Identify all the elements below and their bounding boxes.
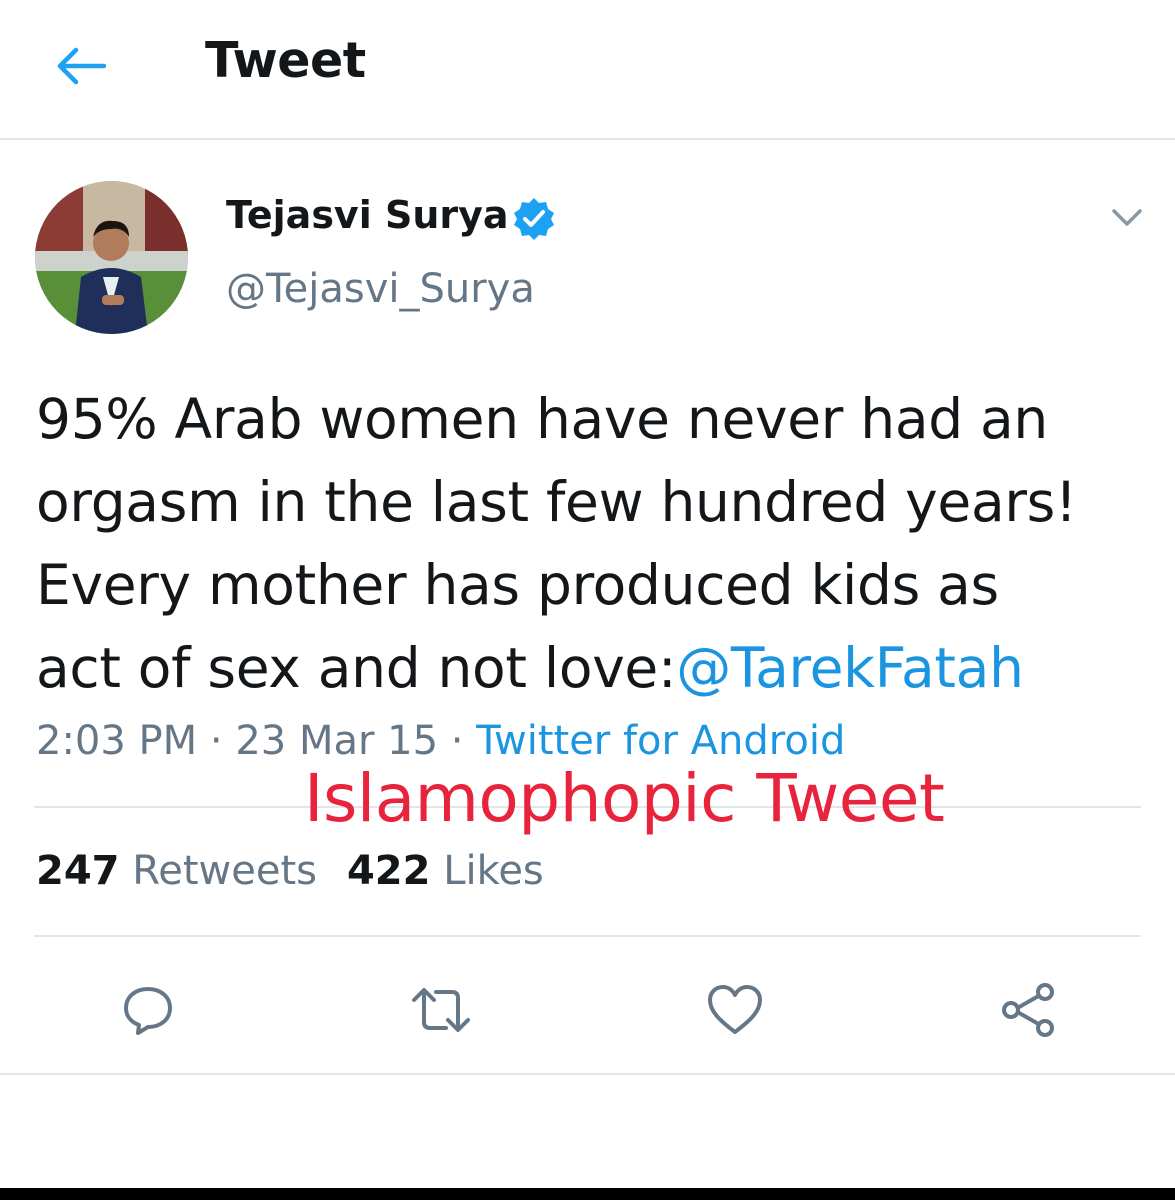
author-handle[interactable]: @Tejasvi_Surya [226,266,535,312]
retweets-stat[interactable]: 247 Retweets [36,848,317,894]
divider [0,1073,1175,1075]
divider [34,935,1141,937]
bottom-edge-bar [0,1188,1175,1200]
share-button[interactable] [993,975,1063,1045]
tweet-time: 2:03 PM [36,718,198,764]
tweet-text-line: Every mother has produced kids as [36,553,999,617]
tweet-source-link[interactable]: Twitter for Android [476,718,845,764]
tweet-text-fragment: act of sex and not love: [36,636,677,700]
avatar[interactable] [35,181,188,334]
back-button[interactable] [50,38,110,94]
like-button[interactable] [700,975,770,1045]
tweet-text-line: 95% Arab women have never had an [36,387,1048,451]
tweet-date: 23 Mar 15 [235,718,439,764]
retweet-icon [412,988,470,1032]
share-icon [1002,983,1054,1037]
tweet-text: 95% Arab women have never had an orgasm … [36,378,1146,710]
likes-stat[interactable]: 422 Likes [347,848,544,894]
verified-badge-icon [514,198,554,240]
likes-count: 422 [346,848,431,894]
reply-icon [124,987,172,1035]
meta-separator: · [209,718,223,764]
arrow-left-icon [57,47,106,85]
chevron-down-icon[interactable] [1106,200,1148,234]
heart-icon [708,985,762,1034]
tweet-meta: 2:03 PM · 23 Mar 15 · Twitter for Androi… [36,718,845,764]
meta-separator: · [450,718,464,764]
reply-button[interactable] [113,975,183,1045]
tweet-stats: 247 Retweets 422 Likes [36,848,544,894]
author-name[interactable]: Tejasvi Surya [226,193,509,237]
likes-label: Likes [443,848,544,894]
overlay-annotation: Islamophopic Tweet [304,760,945,837]
mention-link[interactable]: @TarekFatah [676,636,1024,700]
tweet-text-line: act of sex and not love:@TarekFatah [36,627,1146,710]
retweets-label: Retweets [132,848,317,894]
retweet-button[interactable] [406,975,476,1045]
page-title: Tweet [205,32,366,89]
app-header: Tweet [0,0,1175,140]
retweets-count: 247 [36,848,120,894]
tweet-text-line: orgasm in the last few hundred years! [36,470,1077,534]
